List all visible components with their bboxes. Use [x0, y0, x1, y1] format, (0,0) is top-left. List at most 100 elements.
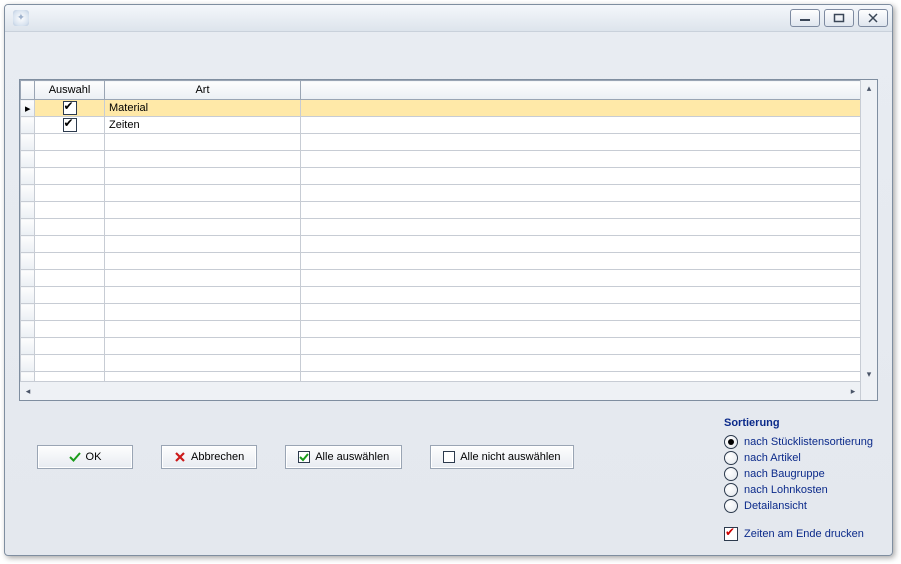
select-all-button[interactable]: Alle auswählen: [285, 445, 402, 469]
col-auswahl[interactable]: Auswahl: [35, 81, 105, 100]
scroll-left-icon[interactable]: ◂: [20, 382, 36, 400]
row-empty-cell: [105, 151, 301, 168]
row-empty-cell: [301, 219, 861, 236]
print-times-checkbox[interactable]: Zeiten am Ende drucken: [724, 527, 874, 541]
row-empty-cell: [105, 253, 301, 270]
table-row: [21, 168, 861, 185]
button-row: OK Abbrechen Alle auswählen: [37, 445, 574, 469]
dialog-window: Auswahl Art ▸ MaterialZeiten ▴ ▾ ◂ ▸: [4, 4, 893, 556]
row-empty-cell: [105, 185, 301, 202]
row-empty-cell: [301, 168, 861, 185]
table-row[interactable]: Zeiten: [21, 117, 861, 134]
row-empty-cell: [35, 338, 105, 355]
row-empty-cell: [35, 219, 105, 236]
row-indicator: [21, 185, 35, 202]
row-empty-cell: [105, 270, 301, 287]
row-empty-cell: [35, 151, 105, 168]
sort-option-detail[interactable]: Detailansicht: [724, 499, 874, 513]
row-empty-cell: [35, 270, 105, 287]
ok-button[interactable]: OK: [37, 445, 133, 469]
sort-option-baugruppe[interactable]: nach Baugruppe: [724, 467, 874, 481]
table-row: [21, 134, 861, 151]
row-indicator: [21, 117, 35, 134]
table-row: [21, 253, 861, 270]
print-times-label: Zeiten am Ende drucken: [744, 528, 864, 540]
row-empty-cell: [35, 321, 105, 338]
row-empty-cell: [301, 355, 861, 372]
row-indicator: [21, 219, 35, 236]
maximize-button[interactable]: [824, 9, 854, 27]
table-row: [21, 304, 861, 321]
table-row[interactable]: ▸ Material: [21, 100, 861, 117]
minimize-button[interactable]: [790, 9, 820, 27]
select-none-button[interactable]: Alle nicht auswählen: [430, 445, 573, 469]
row-empty-cell: [35, 185, 105, 202]
radio-icon: [724, 435, 738, 449]
cross-icon: [174, 451, 186, 463]
row-empty-cell: [105, 202, 301, 219]
scroll-right-icon[interactable]: ▸: [845, 382, 861, 400]
sort-option-label: Detailansicht: [744, 500, 807, 512]
row-empty-cell: [105, 287, 301, 304]
select-all-label: Alle auswählen: [315, 451, 389, 463]
app-icon: [13, 10, 29, 26]
sort-option-lohnkosten[interactable]: nach Lohnkosten: [724, 483, 874, 497]
checkbox-icon: [63, 118, 77, 132]
row-empty-cell: [301, 236, 861, 253]
row-indicator: [21, 134, 35, 151]
row-indicator: [21, 338, 35, 355]
table-row: [21, 185, 861, 202]
selection-table: Auswahl Art ▸ MaterialZeiten: [20, 80, 861, 382]
table-row: [21, 321, 861, 338]
row-empty-cell: [105, 219, 301, 236]
row-empty-cell: [105, 304, 301, 321]
selection-grid[interactable]: Auswahl Art ▸ MaterialZeiten ▴ ▾ ◂ ▸: [19, 79, 878, 401]
row-empty-cell: [301, 100, 861, 117]
radio-icon: [724, 451, 738, 465]
radio-icon: [724, 467, 738, 481]
row-art-cell[interactable]: Material: [105, 100, 301, 117]
horizontal-scrollbar[interactable]: ◂ ▸: [20, 381, 877, 400]
checkbox-icon: [63, 101, 77, 115]
row-empty-cell: [301, 134, 861, 151]
col-rest[interactable]: [301, 81, 861, 100]
row-empty-cell: [105, 134, 301, 151]
row-empty-cell: [35, 202, 105, 219]
close-button[interactable]: [858, 9, 888, 27]
row-checkbox-cell[interactable]: [35, 100, 105, 117]
scroll-up-icon[interactable]: ▴: [861, 80, 877, 96]
cancel-button[interactable]: Abbrechen: [161, 445, 257, 469]
row-empty-cell: [301, 321, 861, 338]
row-indicator: [21, 151, 35, 168]
col-art[interactable]: Art: [105, 81, 301, 100]
table-row: [21, 338, 861, 355]
table-row: [21, 236, 861, 253]
vertical-scrollbar[interactable]: ▴ ▾: [860, 80, 877, 382]
row-empty-cell: [301, 117, 861, 134]
radio-icon: [724, 499, 738, 513]
table-row: [21, 219, 861, 236]
row-indicator: [21, 321, 35, 338]
row-indicator: [21, 270, 35, 287]
sort-option-label: nach Baugruppe: [744, 468, 825, 480]
row-empty-cell: [301, 304, 861, 321]
scroll-down-icon[interactable]: ▾: [861, 366, 877, 382]
table-row: [21, 287, 861, 304]
row-indicator: ▸: [21, 100, 35, 117]
scroll-corner: [860, 381, 877, 400]
col-indicator[interactable]: [21, 81, 35, 100]
sort-option-label: nach Artikel: [744, 452, 801, 464]
table-row: [21, 151, 861, 168]
table-row: [21, 355, 861, 372]
row-checkbox-cell[interactable]: [35, 117, 105, 134]
row-empty-cell: [301, 287, 861, 304]
sort-option-artikel[interactable]: nach Artikel: [724, 451, 874, 465]
row-empty-cell: [35, 134, 105, 151]
row-empty-cell: [105, 355, 301, 372]
row-art-cell[interactable]: Zeiten: [105, 117, 301, 134]
ok-label: OK: [86, 451, 102, 463]
sort-option-stueckliste[interactable]: nach Stücklistensortierung: [724, 435, 874, 449]
check-icon: [69, 451, 81, 463]
sort-option-label: nach Stücklistensortierung: [744, 436, 873, 448]
row-empty-cell: [35, 304, 105, 321]
